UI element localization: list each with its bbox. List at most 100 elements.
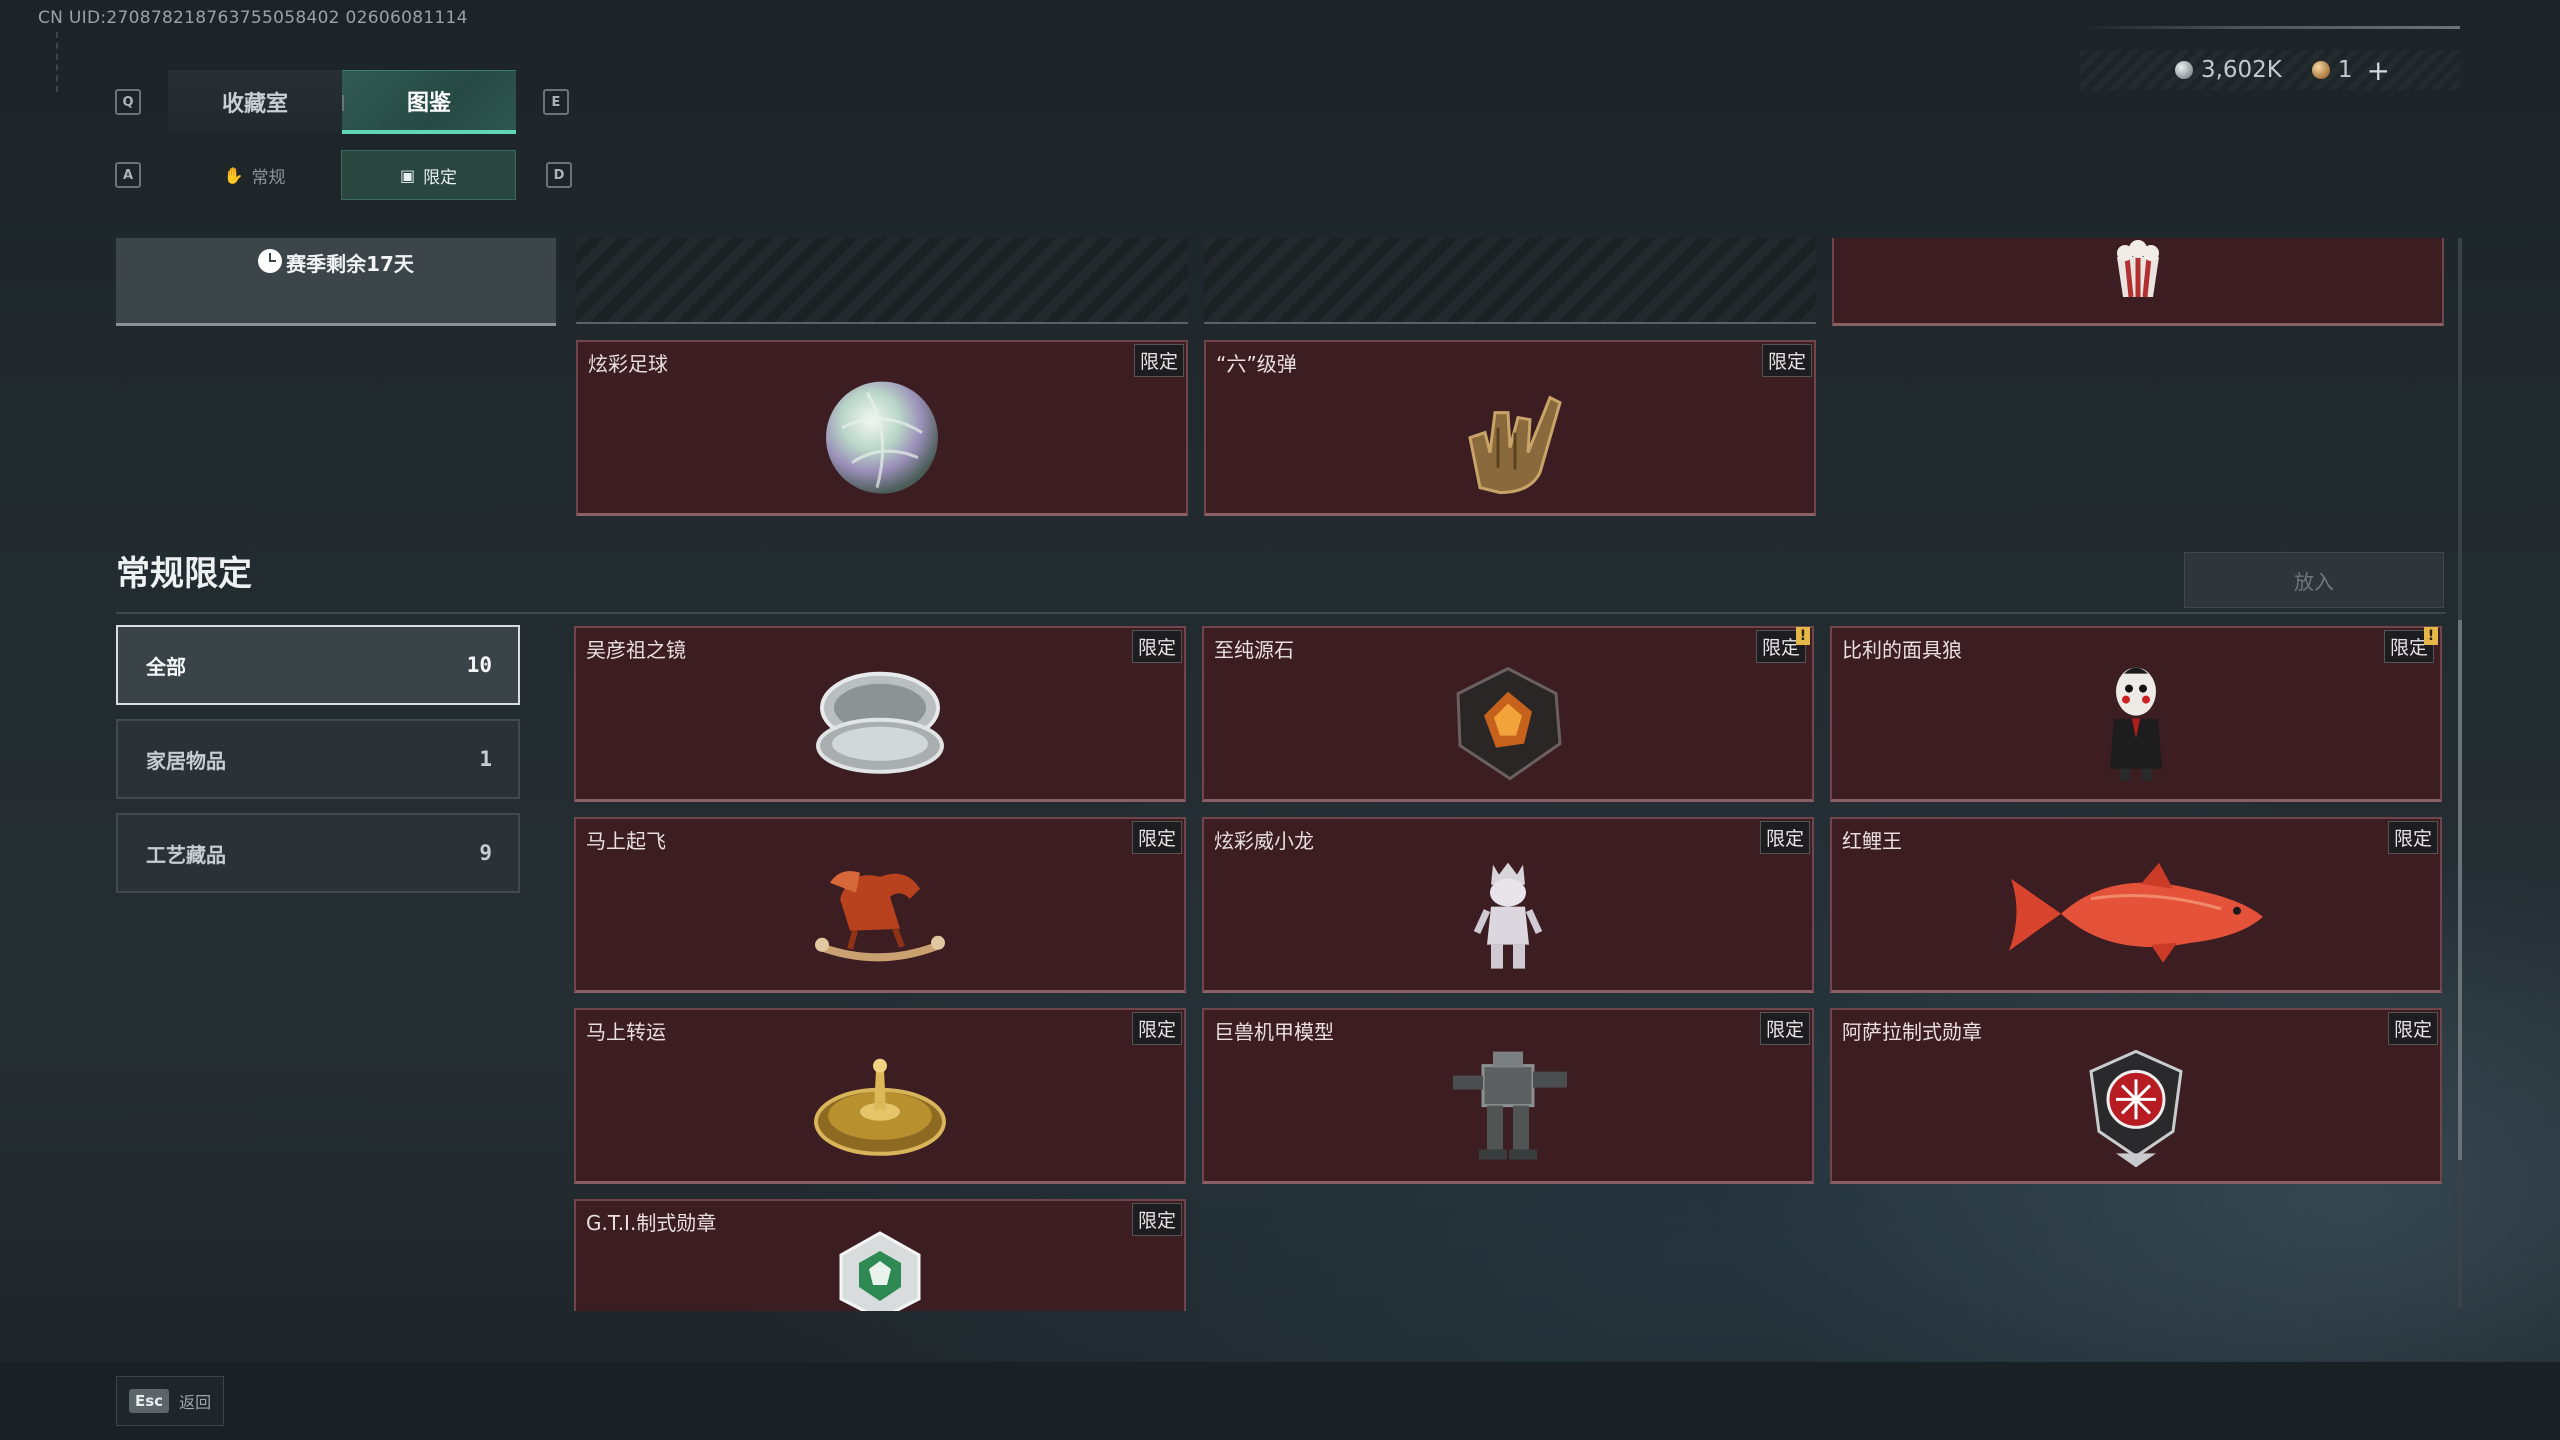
season-remaining-text: 赛季剩余17天 bbox=[286, 252, 414, 276]
key-hint-a: A bbox=[115, 162, 141, 188]
gold-amount: 1 bbox=[2337, 57, 2353, 83]
filter-home-items[interactable]: 家居物品 1 bbox=[116, 719, 520, 799]
silver-amount: 3,602K bbox=[2200, 57, 2282, 83]
filter-count: 9 bbox=[479, 841, 492, 865]
locked-slot bbox=[576, 238, 1188, 324]
item-card[interactable]: 比利的面具狼 限定 ! bbox=[1830, 626, 2442, 802]
tab-codex[interactable]: 图鉴 bbox=[342, 70, 516, 134]
key-hint-q: Q bbox=[115, 89, 141, 115]
bullet-hand-icon bbox=[1468, 395, 1562, 494]
silver-coin-icon bbox=[2174, 61, 2193, 79]
item-card[interactable]: 马上起飞 限定 bbox=[574, 817, 1186, 993]
back-label: 返回 bbox=[179, 1393, 212, 1412]
tab-label: 收藏室 bbox=[221, 92, 288, 117]
limited-tag: 限定 bbox=[1761, 344, 1812, 377]
gem-stone-icon bbox=[1456, 666, 1562, 780]
back-button[interactable]: Esc 返回 bbox=[116, 1376, 225, 1426]
put-in-button[interactable]: 放入 bbox=[2184, 552, 2444, 608]
image-icon: ▣ bbox=[399, 165, 416, 185]
item-card[interactable]: 炫彩威小龙 限定 bbox=[1202, 817, 1814, 993]
item-name: 马上起飞 bbox=[586, 829, 666, 853]
season-timer: 赛季剩余17天 bbox=[116, 238, 556, 326]
clock-icon bbox=[258, 249, 283, 273]
limited-tag: 限定 bbox=[1133, 344, 1184, 377]
gti-medal-icon bbox=[839, 1231, 921, 1311]
filter-count: 1 bbox=[479, 747, 492, 771]
small-dragon-figure-icon bbox=[1473, 862, 1543, 969]
alert-icon: ! bbox=[1796, 627, 1810, 645]
section-divider bbox=[116, 612, 2446, 614]
item-name: 炫彩威小龙 bbox=[1214, 829, 1314, 853]
item-card[interactable]: 阿萨拉制式勋章 限定 bbox=[1830, 1008, 2442, 1184]
main-tabs: 收藏室 图鉴 bbox=[168, 70, 516, 134]
filter-crafts[interactable]: 工艺藏品 9 bbox=[116, 813, 520, 893]
filter-label: 家居物品 bbox=[146, 748, 226, 773]
uid-label: CN UID:270878218763755058402 02606081114 bbox=[38, 8, 468, 28]
gold-luck-wheel-icon bbox=[814, 1058, 946, 1156]
filter-label: 全部 bbox=[146, 654, 186, 679]
subtab-label: 常规 bbox=[251, 167, 286, 188]
filter-label: 工艺藏品 bbox=[146, 842, 226, 867]
subtab-limited[interactable]: ▣ 限定 bbox=[341, 150, 516, 200]
limited-tag: 限定 bbox=[1131, 1012, 1182, 1045]
limited-tag: 限定 bbox=[2387, 821, 2438, 854]
item-card[interactable]: G.T.I.制式勋章 限定 bbox=[574, 1199, 1186, 1311]
item-name: 阿萨拉制式勋章 bbox=[1842, 1020, 1982, 1044]
limited-tag: 限定 bbox=[1131, 630, 1182, 663]
limited-tag: 限定 bbox=[1131, 821, 1182, 854]
alert-icon: ! bbox=[2424, 627, 2438, 645]
gold-coin-icon bbox=[2311, 61, 2330, 79]
section-title: 常规限定 bbox=[116, 554, 252, 594]
hand-icon: ✋ bbox=[223, 165, 244, 185]
iridescent-ball-icon bbox=[826, 381, 938, 494]
add-currency-button[interactable]: + bbox=[2367, 54, 2390, 87]
decorative-line bbox=[56, 32, 62, 92]
subtab-regular[interactable]: ✋ 常规 bbox=[168, 150, 341, 200]
item-name: 至纯源石 bbox=[1214, 638, 1294, 662]
tab-collection-room[interactable]: 收藏室 bbox=[168, 70, 342, 134]
asala-medal-icon bbox=[2089, 1049, 2183, 1167]
red-carp-icon bbox=[2009, 862, 2263, 963]
decorative-bar bbox=[2080, 26, 2460, 29]
tab-label: 图鉴 bbox=[406, 90, 451, 116]
filter-all[interactable]: 全部 10 bbox=[116, 625, 520, 705]
key-hint-e: E bbox=[543, 89, 569, 115]
item-card[interactable]: 吴彦祖之镜 限定 bbox=[574, 626, 1186, 802]
compact-mirror-icon bbox=[816, 671, 944, 774]
popcorn-bucket-icon bbox=[2117, 239, 2159, 297]
item-name: 吴彦祖之镜 bbox=[586, 638, 686, 662]
silver-currency: 3,602K bbox=[2174, 57, 2282, 83]
limited-tag: 限定 bbox=[1131, 1203, 1182, 1236]
item-card[interactable]: 炫彩足球 限定 bbox=[576, 340, 1188, 516]
esc-key-hint: Esc bbox=[129, 1389, 170, 1413]
rocking-horse-icon bbox=[815, 870, 945, 961]
key-hint-d: D bbox=[546, 162, 572, 188]
gold-currency: 1 + bbox=[2311, 54, 2390, 87]
subtab-label: 限定 bbox=[423, 167, 458, 188]
limited-tag: 限定 bbox=[1759, 821, 1810, 854]
item-card[interactable]: 至纯源石 限定 ! bbox=[1202, 626, 1814, 802]
puppet-figure-icon bbox=[2110, 667, 2162, 781]
item-name: G.T.I.制式勋章 bbox=[586, 1211, 717, 1235]
item-card[interactable]: 红鲤王 限定 bbox=[1830, 817, 2442, 993]
tab-divider bbox=[342, 95, 344, 111]
item-name: 炫彩足球 bbox=[588, 352, 668, 376]
item-card-partial[interactable] bbox=[1832, 238, 2444, 326]
item-name: 比利的面具狼 bbox=[1842, 638, 1962, 662]
item-card[interactable]: 马上转运 限定 bbox=[574, 1008, 1186, 1184]
mech-model-icon bbox=[1453, 1051, 1567, 1160]
limited-tag: 限定 bbox=[2387, 1012, 2438, 1045]
footer-bar bbox=[0, 1362, 2560, 1440]
scrollbar-thumb[interactable] bbox=[2458, 620, 2462, 1160]
filter-count: 10 bbox=[466, 653, 492, 677]
item-card[interactable]: 巨兽机甲模型 限定 bbox=[1202, 1008, 1814, 1184]
currency-bar: 3,602K 1 + bbox=[2080, 50, 2460, 90]
item-name: 巨兽机甲模型 bbox=[1214, 1020, 1334, 1044]
limited-tag: 限定 bbox=[1759, 1012, 1810, 1045]
sub-tabs: ✋ 常规 ▣ 限定 bbox=[168, 150, 516, 200]
item-name: 马上转运 bbox=[586, 1020, 666, 1044]
item-card[interactable]: “六”级弹 限定 bbox=[1204, 340, 1816, 516]
item-name: 红鲤王 bbox=[1842, 829, 1902, 853]
locked-slot bbox=[1204, 238, 1816, 324]
item-name: “六”级弹 bbox=[1216, 352, 1297, 376]
